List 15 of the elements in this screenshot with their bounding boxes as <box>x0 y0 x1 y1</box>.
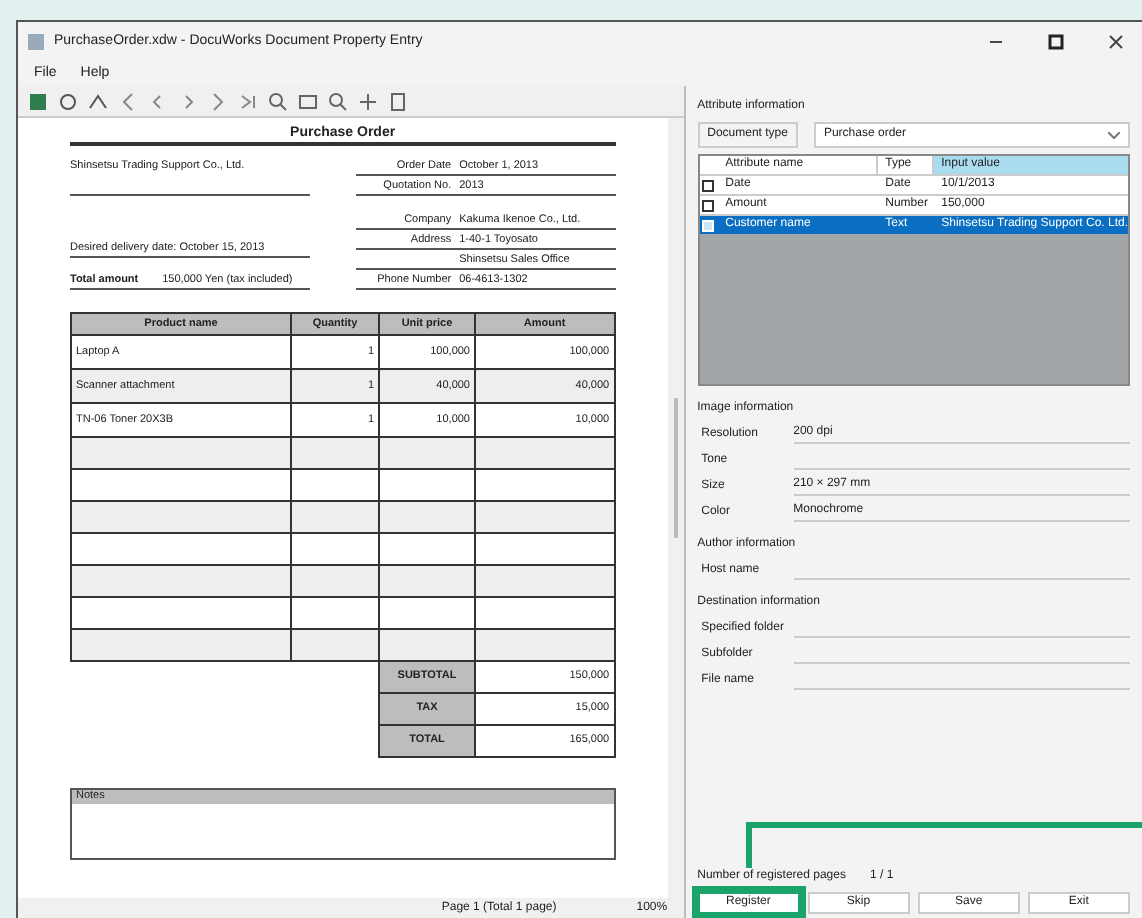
plus-icon[interactable] <box>356 89 380 113</box>
end-icon[interactable] <box>236 89 260 113</box>
zoom-out-icon[interactable] <box>326 89 350 113</box>
maximize-icon[interactable] <box>1046 32 1066 52</box>
close-icon[interactable] <box>1106 32 1126 52</box>
zoom-in-icon[interactable] <box>266 89 290 113</box>
refresh-icon[interactable] <box>56 89 80 113</box>
chevron-down-icon <box>1108 131 1120 139</box>
checkbox[interactable] <box>702 199 715 211</box>
fit-icon[interactable] <box>296 89 320 113</box>
save-icon[interactable] <box>26 89 50 113</box>
checkbox[interactable] <box>702 179 715 191</box>
up-icon[interactable] <box>86 89 110 113</box>
page-icon[interactable] <box>386 89 410 113</box>
app-icon <box>26 32 46 52</box>
